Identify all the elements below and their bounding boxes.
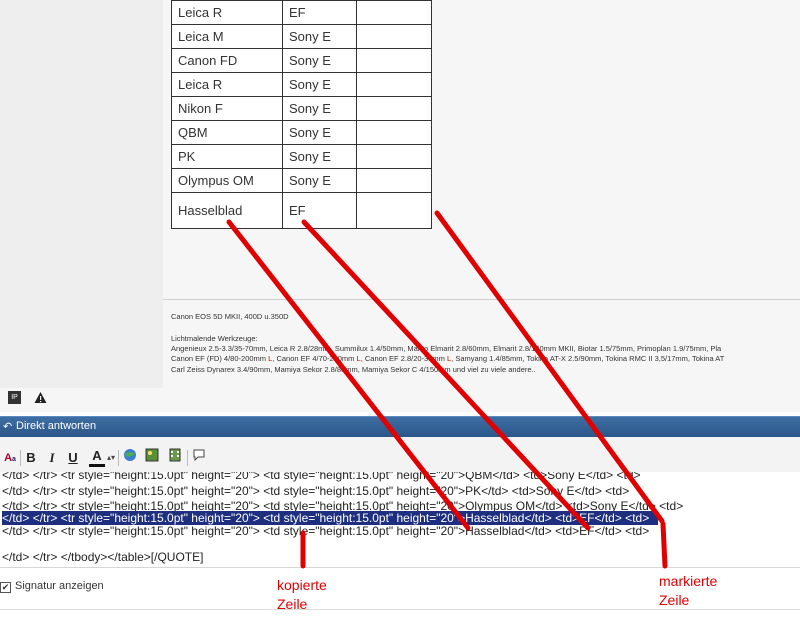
copied-row-annotation: kopierte Zeile [277,577,327,612]
annotation-arrow [660,521,668,569]
annotation-arrow [434,210,665,524]
annotation-overlay [226,210,668,569]
marked-row-annotation: markierte Zeile [659,573,718,608]
